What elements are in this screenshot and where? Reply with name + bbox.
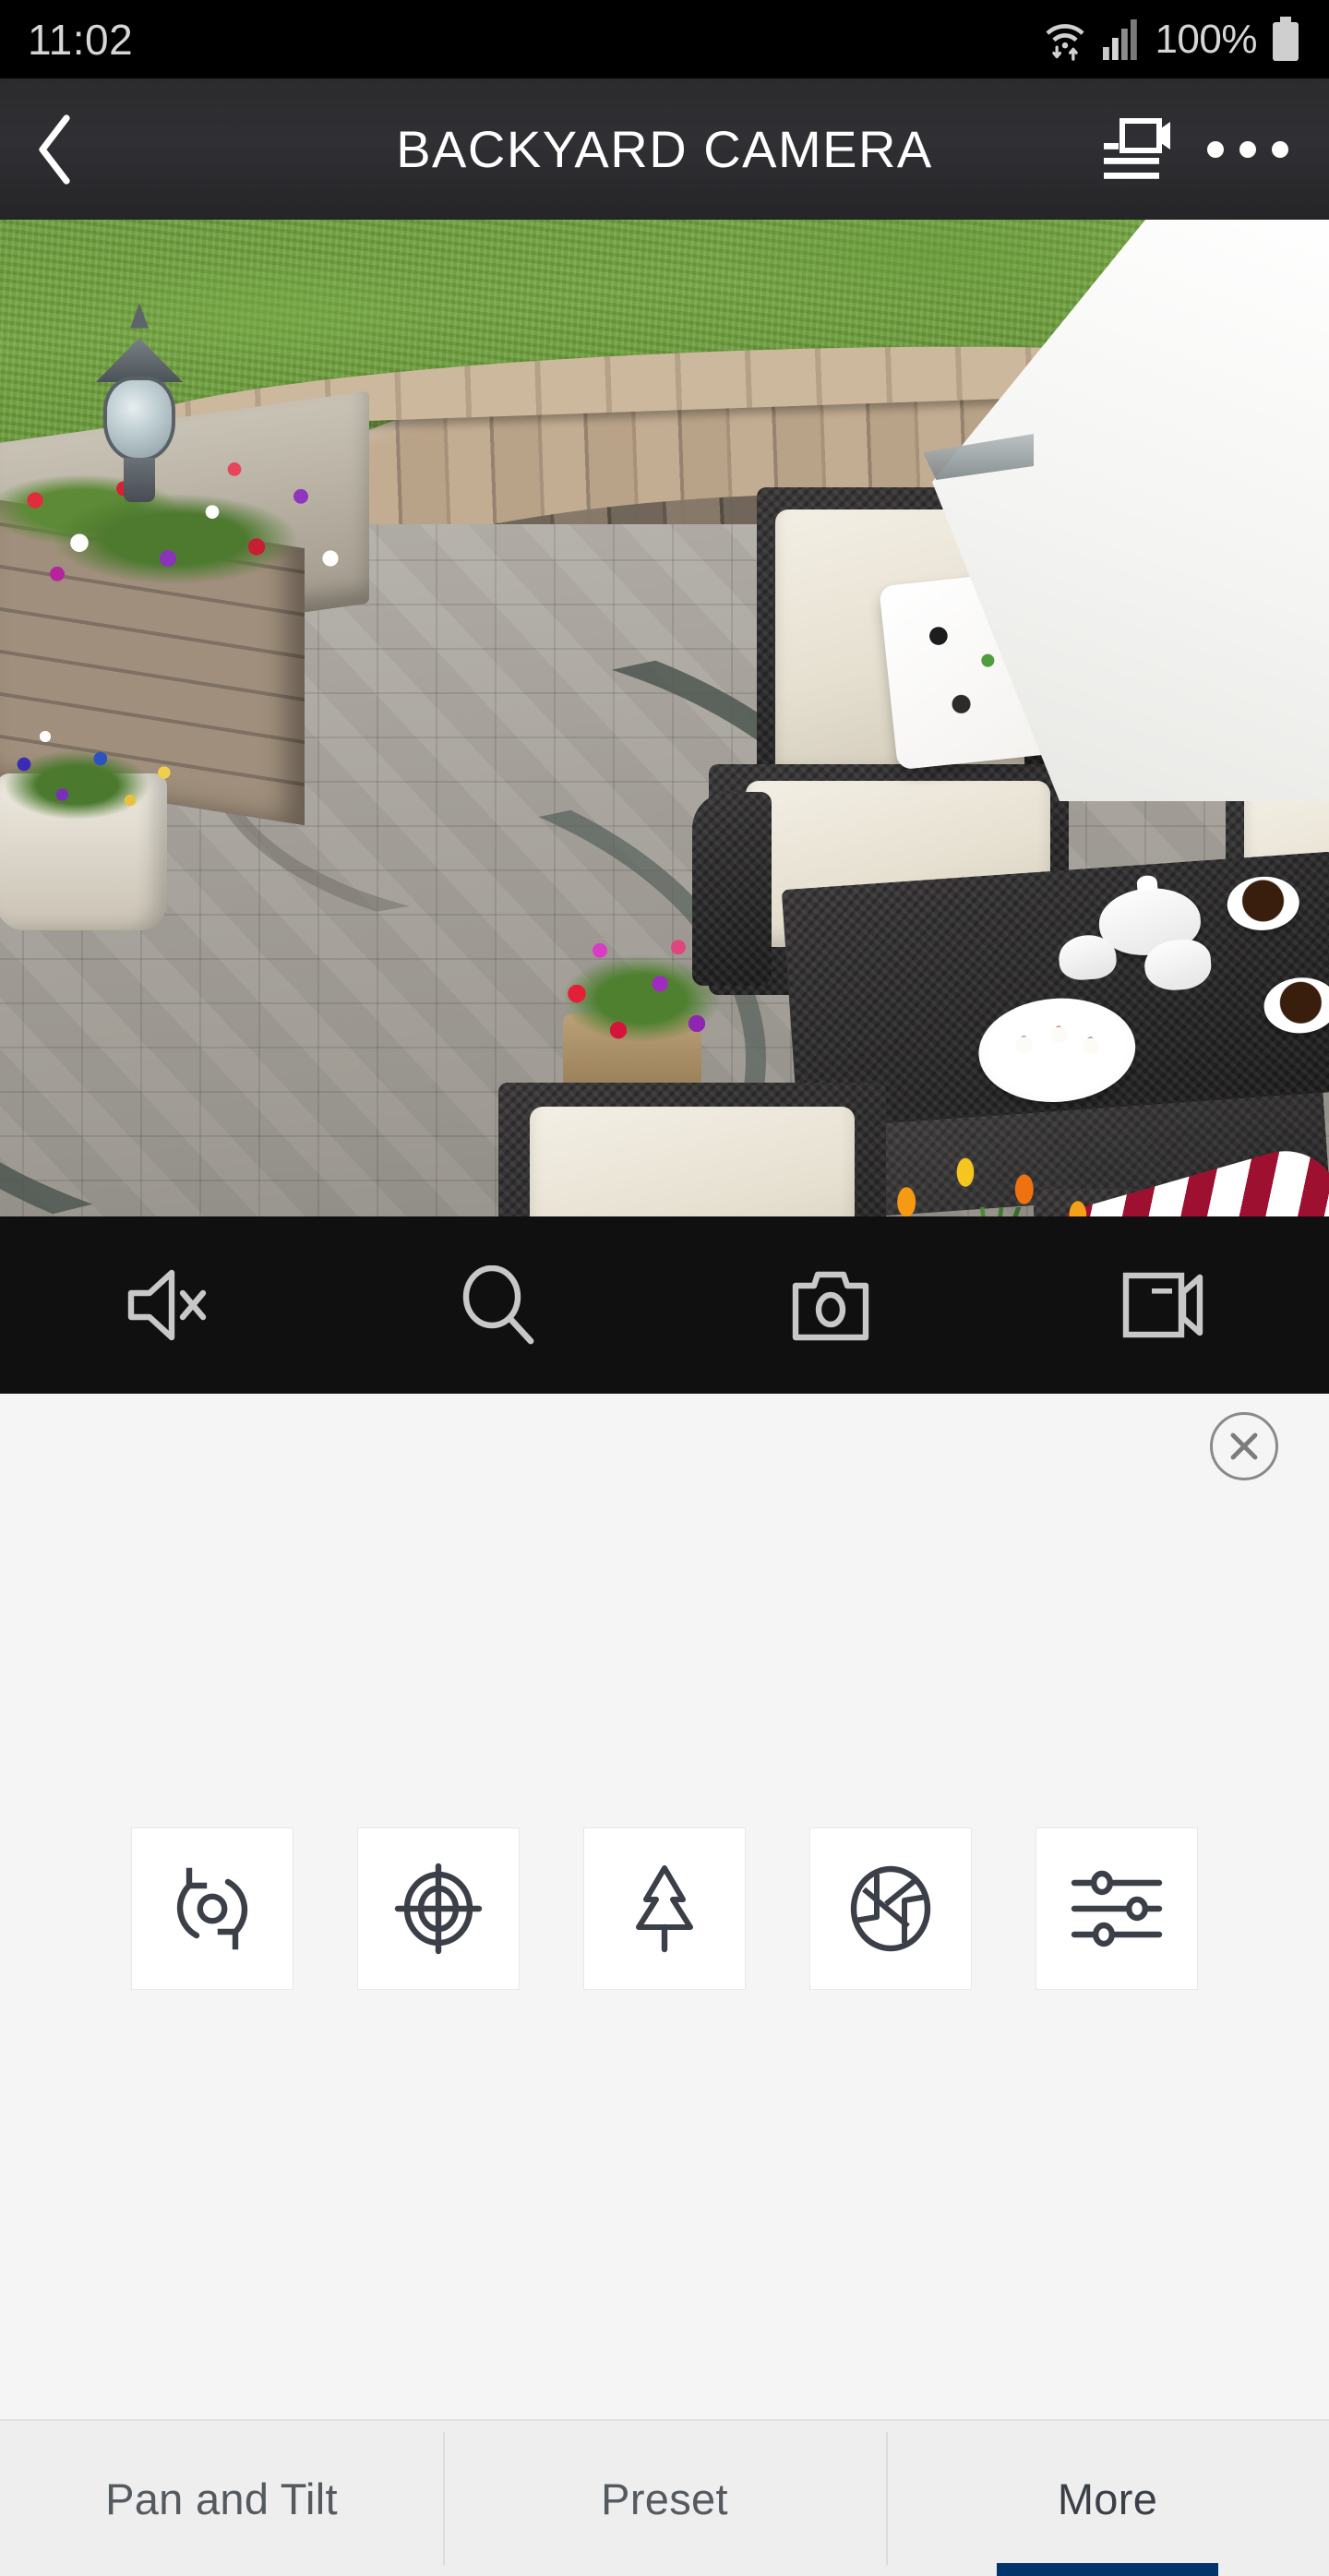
tab-pan-and-tilt[interactable]: Pan and Tilt <box>0 2421 443 2576</box>
tea-service <box>957 853 1329 1108</box>
tab-preset[interactable]: Preset <box>443 2421 886 2576</box>
speaker-mute-icon <box>124 1267 209 1343</box>
tab-label: Pan and Tilt <box>105 2474 338 2523</box>
camera-list-icon[interactable] <box>1100 117 1172 182</box>
pine-tree-icon <box>622 1863 707 1955</box>
status-bar: 11:02 100% <box>0 0 1329 78</box>
app-screen: 11:02 100% BACKYARD CAMERA Pan and Tilt … <box>0 0 1329 2576</box>
record-button[interactable] <box>997 1216 1329 1394</box>
status-bar-clock: 11:02 <box>28 15 134 64</box>
camera-aperture-icon <box>845 1863 936 1954</box>
tab-label: Preset <box>601 2474 728 2523</box>
video-camera-icon <box>1120 1268 1205 1342</box>
digital-zoom-button[interactable] <box>332 1216 664 1394</box>
video-scene <box>0 220 1329 1216</box>
iris-button[interactable] <box>809 1827 972 1990</box>
wicker-ottoman <box>498 1083 886 1216</box>
tab-label: More <box>1057 2474 1158 2523</box>
cellular-signal-icon <box>1101 18 1142 62</box>
mute-audio-button[interactable] <box>0 1216 332 1394</box>
snapshot-button[interactable] <box>664 1216 997 1394</box>
settings-button[interactable] <box>1036 1827 1198 1990</box>
crosshair-target-icon <box>392 1863 485 1955</box>
tulip-bouquet <box>858 1143 1126 1216</box>
close-circle-icon <box>1227 1430 1261 1463</box>
wifi-data-icon <box>1042 16 1088 64</box>
back-chevron-icon <box>35 114 76 185</box>
garden-lantern <box>89 303 190 502</box>
title-bar-actions <box>1100 117 1329 182</box>
video-control-bar <box>0 1216 1329 1394</box>
close-panel-button[interactable] <box>1210 1412 1278 1480</box>
tab-active-indicator <box>997 2563 1218 2576</box>
urn-flowers <box>0 709 194 847</box>
back-button[interactable] <box>0 78 111 220</box>
magnifier-icon <box>459 1265 538 1345</box>
photo-camera-icon <box>790 1267 871 1343</box>
bottom-tab-bar: Pan and Tilt Preset More <box>0 2419 1329 2576</box>
overflow-menu-icon[interactable] <box>1207 140 1288 158</box>
battery-percent-label: 100% <box>1155 16 1257 62</box>
camera-tool-row <box>0 1827 1329 1990</box>
app-title-bar: BACKYARD CAMERA <box>0 78 1329 220</box>
status-bar-indicators: 100% <box>1042 16 1301 64</box>
battery-full-icon <box>1270 16 1301 64</box>
tree-mask-button[interactable] <box>583 1827 746 1990</box>
cupcakes <box>1000 1012 1115 1078</box>
tab-more[interactable]: More <box>886 2421 1329 2576</box>
live-video-feed[interactable] <box>0 220 1329 1216</box>
sliders-icon <box>1071 1866 1163 1951</box>
auto-rotate-icon <box>167 1863 257 1954</box>
auto-scan-button[interactable] <box>131 1827 293 1990</box>
home-position-button[interactable] <box>357 1827 520 1990</box>
